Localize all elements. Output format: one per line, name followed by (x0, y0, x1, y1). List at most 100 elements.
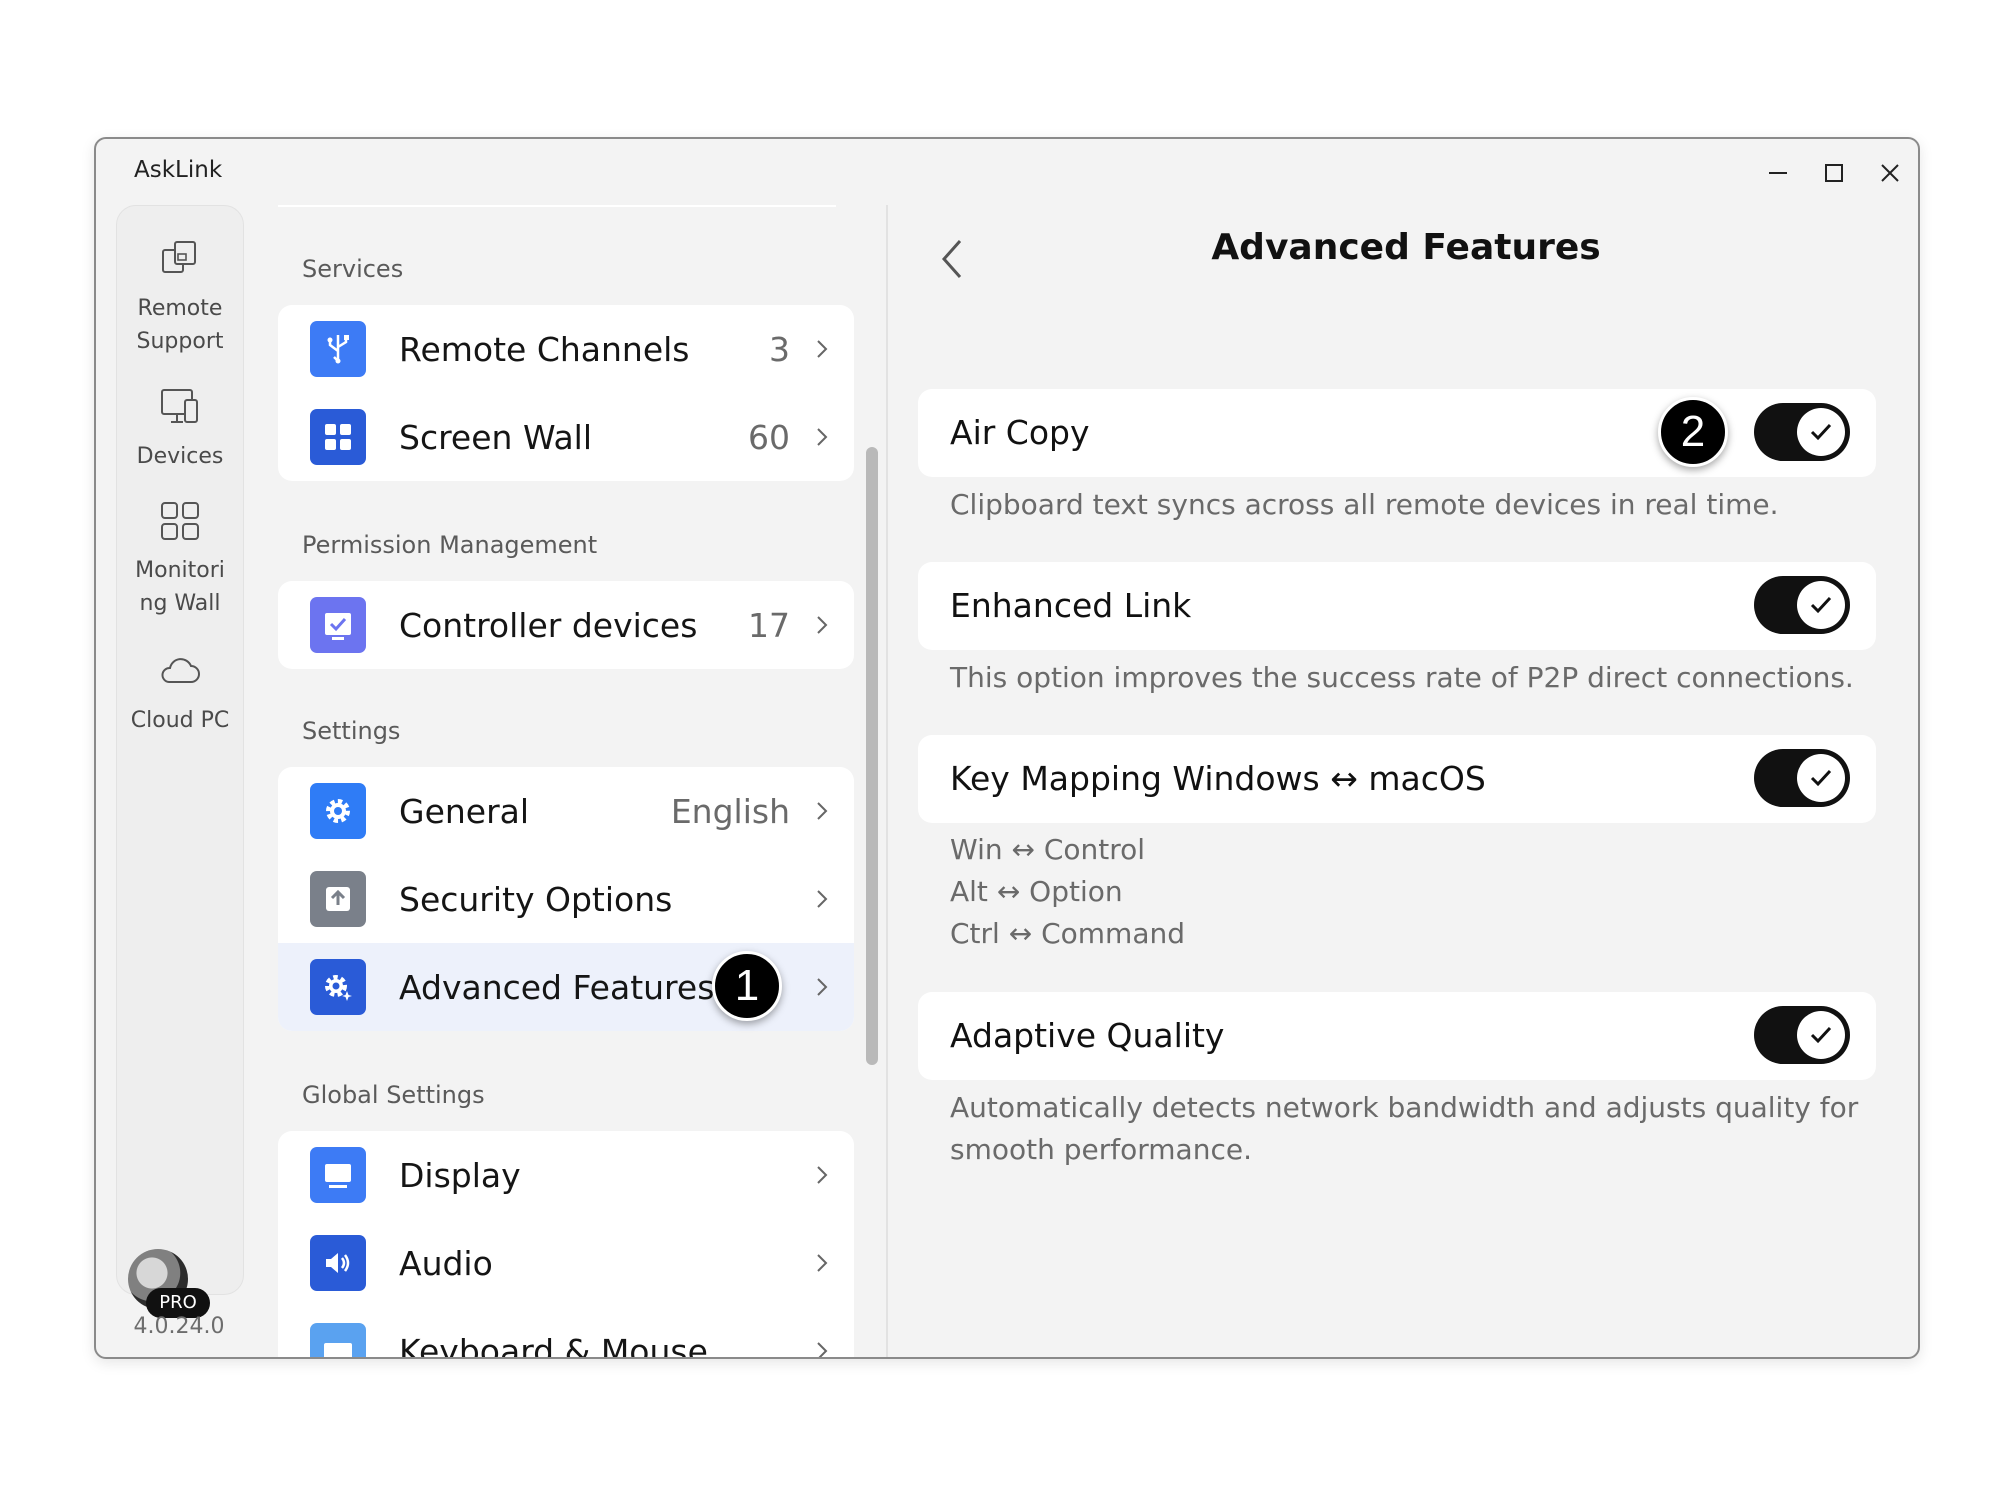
checkmark-icon (1810, 769, 1832, 787)
cloud-icon (161, 658, 200, 683)
rail-label: Remote Support (136, 296, 224, 354)
version-label: 4.0.24.0 (133, 1314, 225, 1339)
rail-item-devices[interactable]: Devices (117, 384, 243, 473)
maximize-button[interactable] (1814, 153, 1854, 193)
rail-item-cloud-pc[interactable]: Cloud PC (117, 648, 243, 737)
divider (278, 205, 836, 207)
feature-description: This option improves the success rate of… (950, 661, 1854, 694)
annotation-marker-1: 1 (712, 951, 782, 1021)
rail-item-remote-support[interactable]: Remote Support (117, 236, 243, 358)
nav-rail: Remote Support Devices Monitoring Wall C… (116, 205, 244, 1295)
enhanced-link-toggle[interactable] (1754, 576, 1850, 634)
toggle-knob (1797, 408, 1845, 456)
back-arrow-icon[interactable] (932, 229, 972, 289)
app-title: AskLink (134, 157, 223, 183)
checkmark-icon (1810, 1026, 1832, 1044)
adaptive-quality-toggle[interactable] (1754, 1006, 1850, 1064)
rail-label: Monitoring Wall (135, 558, 225, 616)
chevron-right-icon (817, 890, 828, 908)
gear-icon (310, 783, 366, 839)
maximize-icon (1825, 164, 1843, 182)
toggle-knob (1797, 754, 1845, 802)
key-mapping-line: Ctrl ↔ Command (950, 917, 1185, 950)
feature-name: Adaptive Quality (950, 1016, 1225, 1055)
devices-icon (161, 389, 198, 423)
feature-name: Air Copy (950, 413, 1090, 452)
chevron-right-icon (817, 1166, 828, 1184)
list-item-display[interactable]: Display (278, 1131, 854, 1219)
remote-support-icon (162, 241, 196, 273)
list-item-keyboard-mouse[interactable]: Keyboard & Mouse (278, 1307, 854, 1357)
minimize-button[interactable] (1758, 153, 1798, 193)
rail-label: Devices (136, 444, 224, 469)
item-count: 60 (748, 417, 790, 457)
chevron-right-icon (817, 340, 828, 358)
list-item-audio[interactable]: Audio (278, 1219, 854, 1307)
key-mapping-toggle[interactable] (1754, 749, 1850, 807)
permission-card: Controller devices 17 (278, 581, 854, 669)
chevron-right-icon (817, 978, 828, 996)
feature-description: smooth performance. (950, 1133, 1252, 1166)
minimize-icon (1769, 172, 1787, 174)
list-item-screen-wall[interactable]: Screen Wall 60 (278, 393, 854, 481)
rail-label: Cloud PC (130, 708, 230, 733)
list-scrollbar[interactable] (866, 447, 878, 1065)
divider (886, 205, 888, 1357)
section-title-permission: Permission Management (302, 531, 598, 559)
feature-name: Enhanced Link (950, 586, 1192, 625)
keyboard-icon (310, 1323, 366, 1357)
key-mapping-line: Alt ↔ Option (950, 875, 1123, 908)
display-icon (310, 1147, 366, 1203)
speaker-icon (310, 1235, 366, 1291)
checkmark-icon (1810, 596, 1832, 614)
key-mapping-line: Win ↔ Control (950, 833, 1146, 866)
rail-item-monitoring-wall[interactable]: Monitoring Wall (117, 498, 243, 620)
chevron-right-icon (817, 1342, 828, 1357)
global-card: Display Audio Keyboard & Mouse (278, 1131, 854, 1357)
feature-key-mapping: Key Mapping Windows ↔ macOS (918, 735, 1876, 823)
chevron-right-icon (817, 802, 828, 820)
language-value: English (670, 791, 790, 831)
app-window: AskLink Remote Support Devices Monitorin… (94, 137, 1920, 1359)
toggle-knob (1797, 581, 1845, 629)
page-title: Advanced Features (1211, 227, 1601, 268)
list-item-remote-channels[interactable]: Remote Channels 3 (278, 305, 854, 393)
air-copy-toggle[interactable] (1754, 403, 1850, 461)
settings-list: Services Remote Channels 3 Screen Wall 6… (274, 205, 874, 1357)
item-label: General (399, 791, 530, 831)
section-title-settings: Settings (302, 717, 401, 745)
feature-name: Key Mapping Windows ↔ macOS (950, 759, 1486, 798)
usb-icon (310, 321, 366, 377)
monitoring-wall-icon (161, 502, 199, 540)
chevron-right-icon (817, 1254, 828, 1272)
item-label: Security Options (399, 879, 673, 919)
chevron-right-icon (817, 428, 828, 446)
item-label: Keyboard & Mouse (399, 1331, 708, 1358)
services-card: Remote Channels 3 Screen Wall 60 (278, 305, 854, 481)
item-label: Display (399, 1155, 521, 1195)
list-item-general[interactable]: General English (278, 767, 854, 855)
item-label: Remote Channels (399, 329, 690, 369)
feature-enhanced-link: Enhanced Link (918, 562, 1876, 650)
checked-monitor-icon (310, 597, 366, 653)
feature-adaptive-quality: Adaptive Quality (918, 992, 1876, 1080)
feature-description: Clipboard text syncs across all remote d… (950, 488, 1779, 521)
close-button[interactable] (1870, 153, 1910, 193)
item-label: Audio (399, 1243, 493, 1283)
shield-upload-icon (310, 871, 366, 927)
item-count: 17 (748, 605, 790, 645)
feature-air-copy: Air Copy (918, 389, 1876, 477)
grid-icon (310, 409, 366, 465)
advanced-gear-icon (310, 959, 366, 1015)
item-label: Controller devices (399, 605, 698, 645)
annotation-marker-2: 2 (1658, 397, 1728, 467)
checkmark-icon (1810, 423, 1832, 441)
feature-description: Automatically detects network bandwidth … (950, 1091, 1859, 1124)
item-count: 3 (769, 329, 790, 369)
section-title-global: Global Settings (302, 1081, 485, 1109)
item-label: Advanced Features (399, 967, 715, 1007)
toggle-knob (1797, 1011, 1845, 1059)
list-item-security-options[interactable]: Security Options (278, 855, 854, 943)
chevron-right-icon (817, 616, 828, 634)
list-item-controller-devices[interactable]: Controller devices 17 (278, 581, 854, 669)
